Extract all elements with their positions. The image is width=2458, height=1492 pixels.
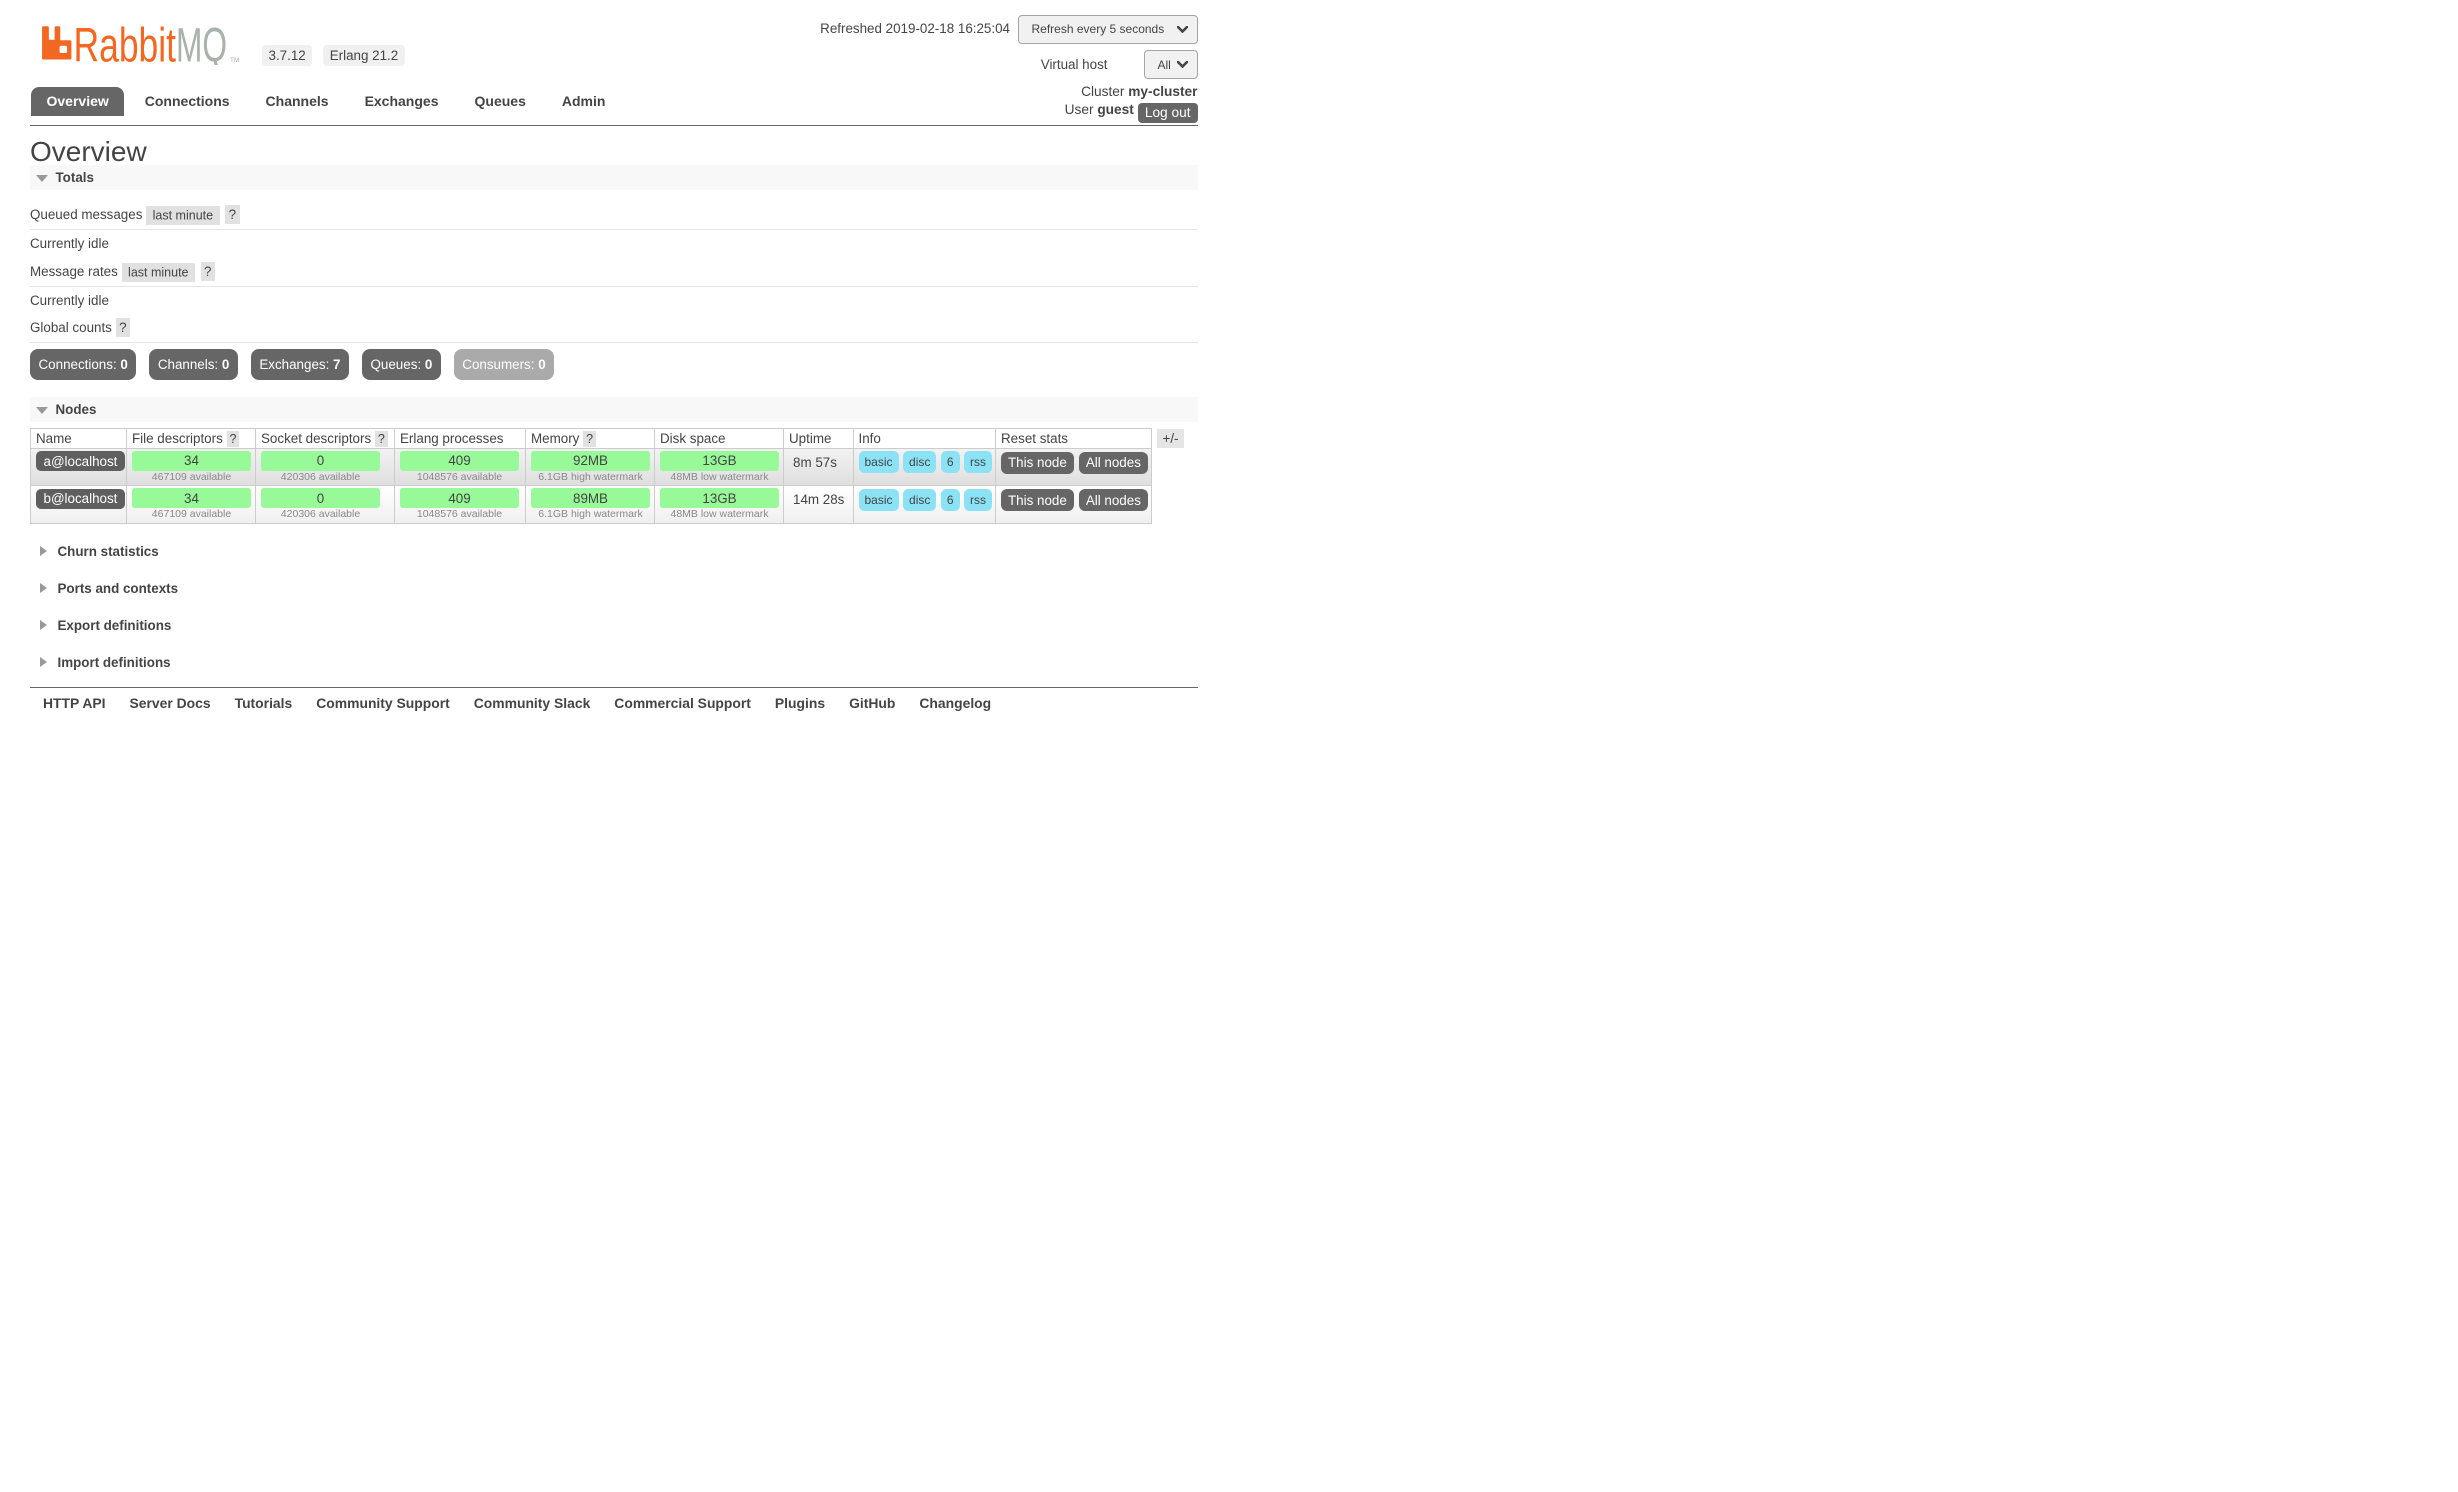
svg-text:Rabbit: Rabbit (74, 21, 177, 65)
svg-text:TM: TM (230, 57, 239, 64)
svg-text:MQ: MQ (176, 21, 227, 65)
